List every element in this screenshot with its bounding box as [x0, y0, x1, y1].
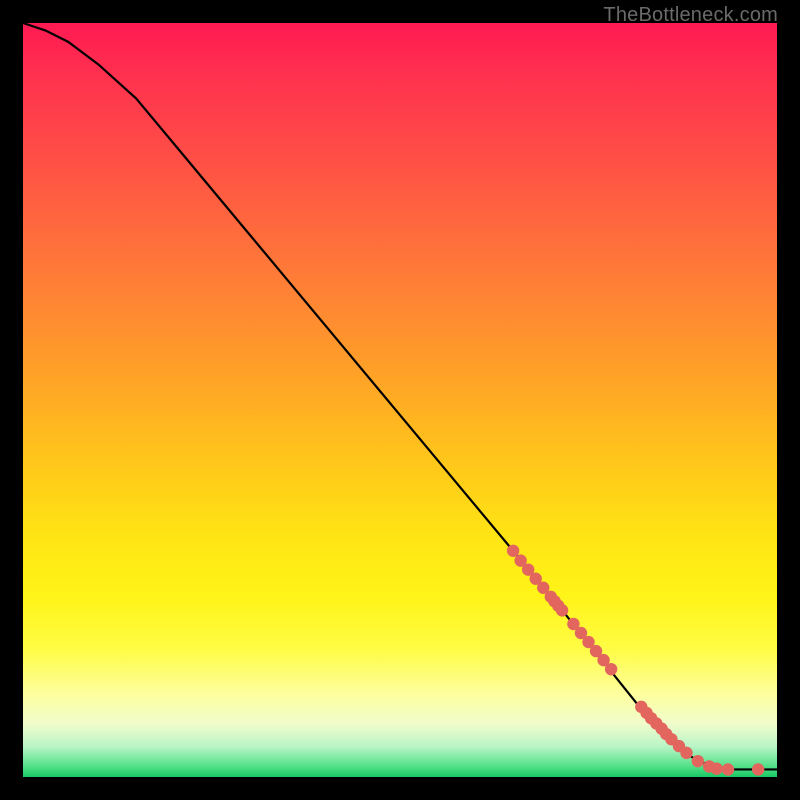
highlight-dot: [605, 663, 617, 675]
highlight-dot: [680, 747, 692, 759]
highlight-dot: [692, 755, 704, 767]
plot-area: [23, 23, 777, 777]
highlight-dot: [722, 763, 734, 775]
main-curve: [23, 23, 777, 769]
highlight-dot: [752, 763, 764, 775]
chart-container: TheBottleneck.com: [0, 0, 800, 800]
curve-svg: [23, 23, 777, 777]
highlight-dot: [556, 604, 568, 616]
highlight-dot: [710, 763, 722, 775]
highlight-dots-group: [507, 545, 764, 776]
highlight-dot: [507, 545, 519, 557]
